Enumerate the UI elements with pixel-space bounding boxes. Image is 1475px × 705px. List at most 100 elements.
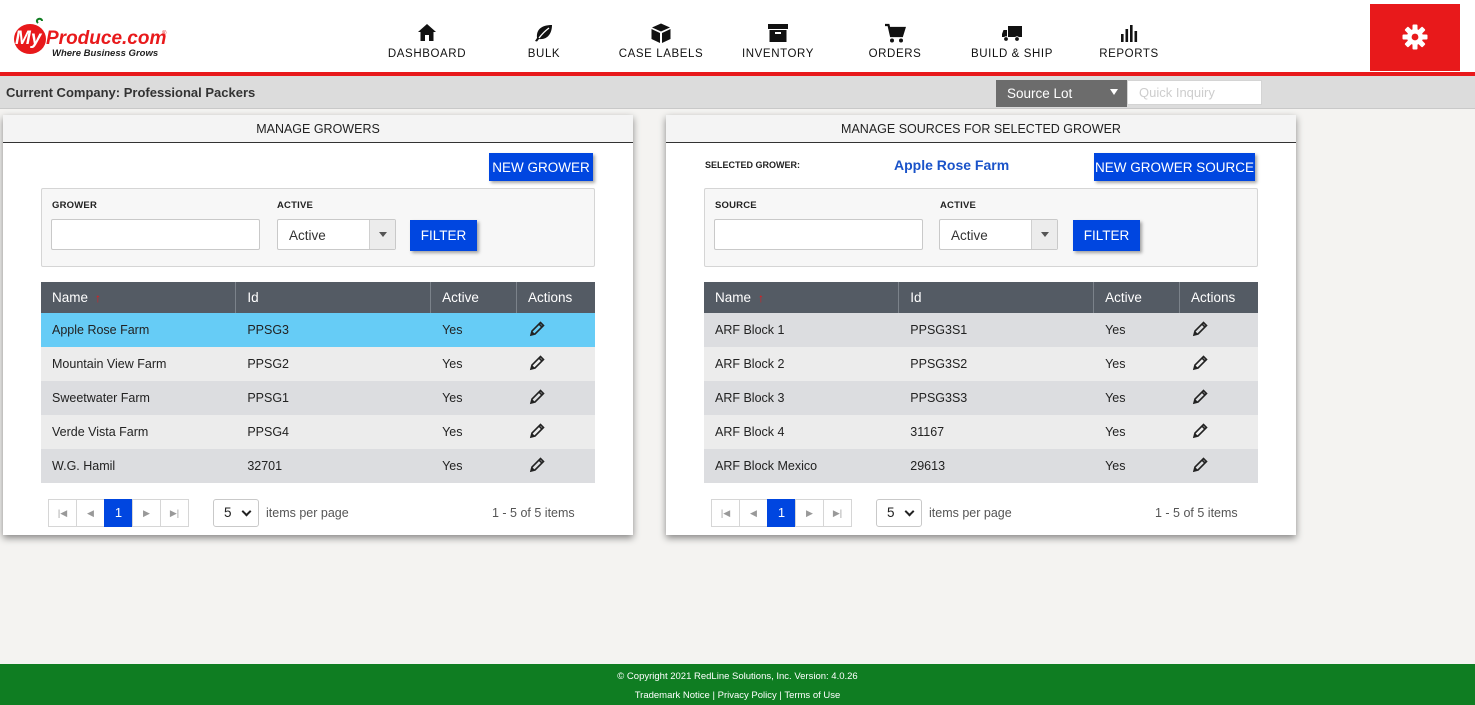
edit-pencil-icon[interactable] xyxy=(1191,354,1209,372)
new-grower-button[interactable]: NEW GROWER xyxy=(489,153,593,181)
panel-title: MANAGE SOURCES FOR SELECTED GROWER xyxy=(666,115,1296,143)
edit-pencil-icon[interactable] xyxy=(1191,456,1209,474)
growers-table: Name ↑ Id Active Actions Apple Rose Farm … xyxy=(41,282,595,483)
source-name: ARF Block Mexico xyxy=(704,449,899,483)
source-id: 29613 xyxy=(898,449,1094,483)
privacy-policy-link[interactable]: Privacy Policy xyxy=(718,690,777,701)
nav-reports[interactable]: REPORTS xyxy=(1069,0,1189,72)
prev-page-button[interactable]: ◀ xyxy=(739,499,768,527)
table-row[interactable]: ARF Block 3 PPSG3S3 Yes xyxy=(704,381,1258,415)
table-row[interactable]: Verde Vista Farm PPSG4 Yes xyxy=(41,415,595,449)
source-name: ARF Block 1 xyxy=(704,313,899,347)
top-navigation-bar: My Produce.com ® Where Business Grows DA… xyxy=(0,0,1475,72)
nav-label: DASHBOARD xyxy=(387,48,467,60)
page-size-select[interactable]: 5 xyxy=(213,499,259,527)
source-active: Yes xyxy=(1093,415,1180,449)
table-header-row: Name ↑ Id Active Actions xyxy=(704,282,1258,313)
column-header-active[interactable]: Active xyxy=(1093,282,1181,313)
grower-filter-box: GROWER ACTIVE Active FILTER xyxy=(41,188,595,267)
table-row[interactable]: Sweetwater Farm PPSG1 Yes xyxy=(41,381,595,415)
grower-id: PPSG1 xyxy=(235,381,431,415)
svg-text:Where Business Grows: Where Business Grows xyxy=(52,48,158,59)
column-header-name[interactable]: Name ↑ xyxy=(41,282,237,313)
active-filter-label: ACTIVE xyxy=(277,200,314,211)
nav-dashboard[interactable]: DASHBOARD xyxy=(367,0,487,72)
nav-inventory[interactable]: INVENTORY xyxy=(718,0,838,72)
column-header-id[interactable]: Id xyxy=(898,282,1095,313)
column-header-active[interactable]: Active xyxy=(430,282,518,313)
column-header-actions: Actions xyxy=(1179,282,1258,313)
sources-table: Name ↑ Id Active Actions ARF Block 1 PPSG… xyxy=(704,282,1258,483)
home-icon xyxy=(418,24,436,41)
edit-pencil-icon[interactable] xyxy=(1191,320,1209,338)
edit-pencil-icon[interactable] xyxy=(1191,422,1209,440)
manage-sources-panel: MANAGE SOURCES FOR SELECTED GROWER SELEC… xyxy=(666,115,1296,535)
selected-grower-label: SELECTED GROWER: xyxy=(705,160,801,170)
footer: © Copyright 2021 RedLine Solutions, Inc.… xyxy=(0,664,1475,705)
svg-text:Produce.com: Produce.com xyxy=(46,28,166,49)
active-filter-select[interactable]: Active xyxy=(277,219,396,250)
page-number-button[interactable]: 1 xyxy=(104,499,133,527)
next-page-button[interactable]: ▶ xyxy=(795,499,824,527)
first-page-button[interactable]: |◀ xyxy=(48,499,77,527)
column-header-id[interactable]: Id xyxy=(235,282,432,313)
bar-chart-icon xyxy=(1121,25,1138,42)
last-page-button[interactable]: ▶| xyxy=(823,499,852,527)
table-row[interactable]: ARF Block 2 PPSG3S2 Yes xyxy=(704,347,1258,381)
pager-summary: 1 - 5 of 5 items xyxy=(1155,506,1238,520)
grower-filter-input[interactable] xyxy=(51,219,260,250)
myproduce-logo[interactable]: My Produce.com ® Where Business Grows xyxy=(12,17,172,61)
table-row[interactable]: Apple Rose Farm PPSG3 Yes xyxy=(41,313,595,347)
grower-name: W.G. Hamil xyxy=(41,449,236,483)
page-number-button[interactable]: 1 xyxy=(767,499,796,527)
copyright-text: © Copyright 2021 RedLine Solutions, Inc.… xyxy=(617,671,858,682)
source-id: PPSG3S1 xyxy=(898,313,1094,347)
grower-name: Apple Rose Farm xyxy=(41,313,236,347)
svg-text:®: ® xyxy=(162,30,167,37)
grower-name: Mountain View Farm xyxy=(41,347,236,381)
active-filter-select[interactable]: Active xyxy=(939,219,1058,250)
source-name: ARF Block 2 xyxy=(704,347,899,381)
edit-pencil-icon[interactable] xyxy=(528,422,546,440)
box-icon xyxy=(651,23,671,43)
edit-pencil-icon[interactable] xyxy=(528,456,546,474)
dropdown-toggle[interactable] xyxy=(369,220,395,249)
nav-bulk[interactable]: BULK xyxy=(484,0,604,72)
source-filter-button[interactable]: FILTER xyxy=(1073,220,1140,251)
edit-pencil-icon[interactable] xyxy=(1191,388,1209,406)
first-page-button[interactable]: |◀ xyxy=(711,499,740,527)
column-header-name[interactable]: Name ↑ xyxy=(704,282,900,313)
table-row[interactable]: ARF Block 4 31167 Yes xyxy=(704,415,1258,449)
prev-page-button[interactable]: ◀ xyxy=(76,499,105,527)
table-row[interactable]: W.G. Hamil 32701 Yes xyxy=(41,449,595,483)
grower-filter-button[interactable]: FILTER xyxy=(410,220,477,251)
page-size-select[interactable]: 5 xyxy=(876,499,922,527)
next-page-button[interactable]: ▶ xyxy=(132,499,161,527)
sources-pager: |◀ ◀ 1 ▶ ▶| xyxy=(711,499,852,527)
edit-pencil-icon[interactable] xyxy=(528,354,546,372)
inquiry-type-select[interactable]: Source Lot xyxy=(996,80,1127,107)
settings-button[interactable] xyxy=(1370,4,1460,71)
nav-orders[interactable]: ORDERS xyxy=(835,0,955,72)
truck-icon xyxy=(1002,26,1022,42)
table-header-row: Name ↑ Id Active Actions xyxy=(41,282,595,313)
quick-inquiry-input[interactable] xyxy=(1127,80,1262,105)
new-grower-source-button[interactable]: NEW GROWER SOURCE xyxy=(1094,153,1255,181)
edit-pencil-icon[interactable] xyxy=(528,388,546,406)
nav-case-labels[interactable]: CASE LABELS xyxy=(601,0,721,72)
edit-pencil-icon[interactable] xyxy=(528,320,546,338)
panel-title: MANAGE GROWERS xyxy=(3,115,633,143)
last-page-button[interactable]: ▶| xyxy=(160,499,189,527)
sort-ascending-icon: ↑ xyxy=(758,291,765,305)
trademark-notice-link[interactable]: Trademark Notice xyxy=(635,690,710,701)
dropdown-toggle[interactable] xyxy=(1031,220,1057,249)
table-row[interactable]: ARF Block 1 PPSG3S1 Yes xyxy=(704,313,1258,347)
source-filter-box: SOURCE ACTIVE Active FILTER xyxy=(704,188,1258,267)
table-row[interactable]: Mountain View Farm PPSG2 Yes xyxy=(41,347,595,381)
source-filter-input[interactable] xyxy=(714,219,923,250)
terms-of-use-link[interactable]: Terms of Use xyxy=(784,690,840,701)
source-active: Yes xyxy=(1093,347,1180,381)
nav-build-and-ship[interactable]: BUILD & SHIP xyxy=(952,0,1072,72)
page-size-label: items per page xyxy=(266,506,349,520)
table-row[interactable]: ARF Block Mexico 29613 Yes xyxy=(704,449,1258,483)
